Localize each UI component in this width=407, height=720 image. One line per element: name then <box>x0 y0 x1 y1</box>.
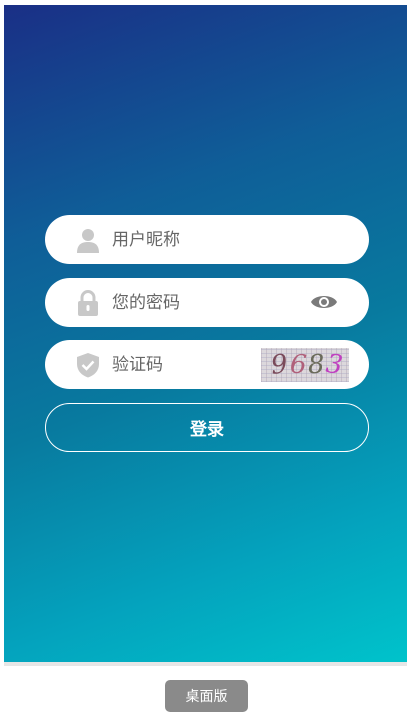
login-page: 9 6 8 3 登录 桌面版 <box>4 5 407 720</box>
lock-icon <box>78 290 98 316</box>
shield-check-icon <box>77 353 99 378</box>
captcha-field[interactable]: 9 6 8 3 <box>45 340 369 389</box>
captcha-image[interactable]: 9 6 8 3 <box>261 348 349 382</box>
captcha-digit: 8 <box>307 349 326 381</box>
password-input[interactable] <box>112 278 292 327</box>
captcha-digit: 6 <box>288 349 308 381</box>
username-field[interactable] <box>45 215 369 264</box>
captcha-digit: 9 <box>269 349 290 381</box>
login-button[interactable]: 登录 <box>45 403 369 452</box>
login-background: 9 6 8 3 登录 <box>4 5 407 662</box>
desktop-version-button[interactable]: 桌面版 <box>165 680 248 712</box>
captcha-digit: 3 <box>324 349 345 381</box>
username-input[interactable] <box>112 215 292 264</box>
user-icon <box>77 229 99 253</box>
footer-divider <box>4 662 407 666</box>
password-field[interactable] <box>45 278 369 327</box>
eye-icon[interactable] <box>310 292 338 312</box>
